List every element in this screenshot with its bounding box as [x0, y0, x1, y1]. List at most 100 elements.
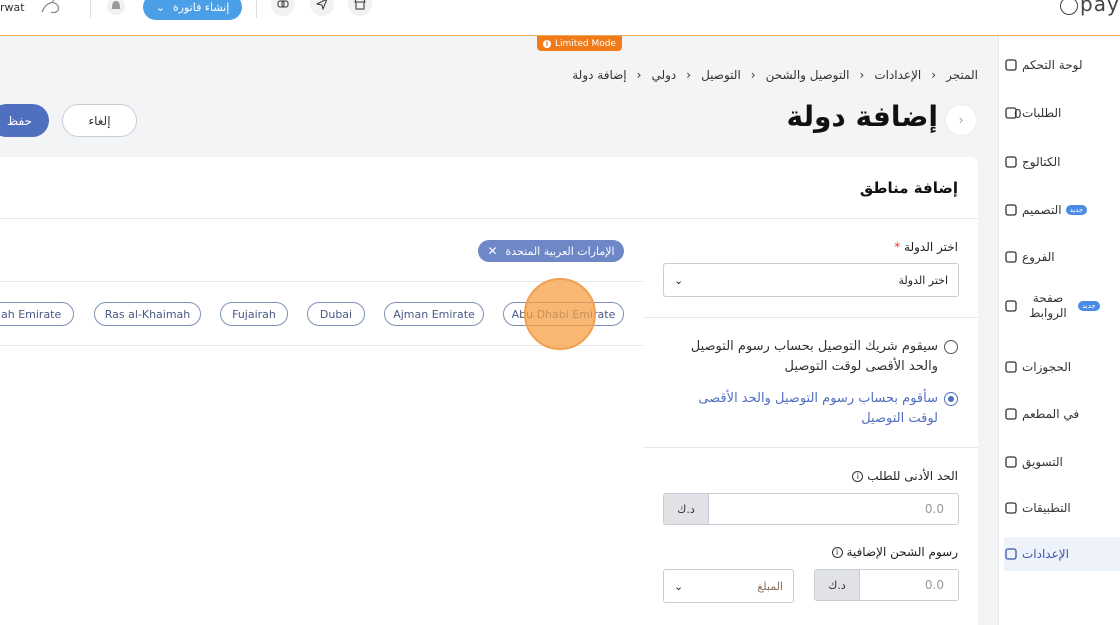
- radio-partner-label: سيقوم شريك التوصيل بحساب رسوم التوصيل وا…: [690, 339, 938, 374]
- info-icon: i: [543, 39, 552, 48]
- sidebar-item-settings[interactable]: الإعدادات: [1004, 537, 1120, 571]
- links-icon: [1004, 299, 1018, 313]
- dashboard-icon: [1004, 58, 1018, 72]
- breadcrumb-item-store[interactable]: المتجر: [946, 68, 978, 82]
- sidebar-item-label: صفحة الروابط: [1029, 291, 1067, 320]
- breadcrumb: المتجر ‹ الإعدادات ‹ التوصيل والشحن ‹ ال…: [572, 68, 978, 82]
- sidebar-item-label: الحجوزات: [1022, 360, 1072, 374]
- breadcrumb-item-settings[interactable]: الإعدادات: [874, 68, 921, 82]
- sidebar-item-label: الفروع: [1022, 250, 1055, 264]
- region-chip[interactable]: Sharjah Emirate: [0, 302, 74, 326]
- store-logo-icon[interactable]: [38, 0, 64, 18]
- breadcrumb-item-delivery[interactable]: التوصيل: [701, 68, 741, 82]
- chevron-down-icon: ⌄: [674, 273, 684, 287]
- radio-self-calculates[interactable]: سأقوم بحساب رسوم التوصيل والحد الأقصى لو…: [668, 389, 958, 429]
- chevron-right-icon: ›: [958, 113, 964, 127]
- link-icon[interactable]: [271, 0, 295, 16]
- sidebar-item-branches[interactable]: الفروع: [1004, 240, 1120, 274]
- username[interactable]: rwat: [0, 1, 25, 14]
- bell-icon[interactable]: [107, 0, 125, 16]
- extra-fee-label: رسوم الشحن الإضافية i: [828, 545, 958, 559]
- apps-icon: [1004, 501, 1018, 515]
- divider: [643, 447, 978, 448]
- min-order-label: الحد الأدنى للطلب i: [848, 469, 958, 483]
- sidebar-item-label: الكتالوج: [1022, 155, 1061, 169]
- restaurant-icon: [1004, 407, 1018, 421]
- sidebar-item-orders[interactable]: الطلبات: [1004, 96, 1120, 130]
- add-regions-card: إضافة مناطق اختر الدولة * ⌄ اختر الدولة …: [0, 157, 978, 625]
- chevron-left-icon: ‹: [636, 68, 642, 82]
- sidebar-item-apps[interactable]: التطبيقات: [1004, 491, 1120, 525]
- marketing-icon: [1004, 455, 1018, 469]
- region-chip[interactable]: Fujairah: [220, 302, 288, 326]
- selected-country-chip[interactable]: الإمارات العربية المتحدة ✕: [478, 240, 624, 262]
- country-label: اختر الدولة *: [894, 240, 958, 254]
- sidebar-item-label: الإعدادات: [1022, 547, 1069, 561]
- send-icon[interactable]: [310, 0, 334, 16]
- extra-fee-input[interactable]: 0.0: [860, 570, 958, 600]
- breadcrumb-item-international[interactable]: دولي: [651, 68, 676, 82]
- sidebar-item-design[interactable]: التصميم جديد: [1004, 193, 1120, 227]
- click-indicator: [524, 278, 596, 350]
- new-badge: جديد: [1078, 301, 1100, 311]
- store-icon[interactable]: [348, 0, 372, 16]
- sidebar-item-restaurant[interactable]: في المطعم: [1004, 397, 1120, 431]
- region-chip[interactable]: Ras al-Khaimah: [94, 302, 201, 326]
- chevron-left-icon: ‹: [750, 68, 756, 82]
- radio-button[interactable]: [944, 340, 958, 354]
- country-select-value: اختر الدولة: [898, 273, 948, 287]
- country-chip-label: الإمارات العربية المتحدة: [505, 244, 615, 258]
- sidebar-item-dashboard[interactable]: لوحة التحكم: [1004, 48, 1120, 82]
- region-chip[interactable]: Ajman Emirate: [384, 302, 484, 326]
- breadcrumb-item-delivery-shipping[interactable]: التوصيل والشحن: [766, 68, 850, 82]
- radio-self-label: سأقوم بحساب رسوم التوصيل والحد الأقصى لو…: [698, 391, 938, 426]
- branches-icon: [1004, 250, 1018, 264]
- divider: [256, 0, 257, 18]
- sidebar-item-label: التصميم: [1022, 203, 1062, 217]
- back-button[interactable]: ›: [945, 104, 977, 136]
- page-title: إضافة دولة: [786, 100, 939, 133]
- info-icon[interactable]: i: [852, 471, 864, 482]
- create-invoice-button[interactable]: ⌄ إنشاء فاتورة: [143, 0, 242, 20]
- chevron-left-icon: ‹: [686, 68, 692, 82]
- bookings-icon: [1004, 360, 1018, 374]
- close-icon[interactable]: ✕: [487, 244, 497, 258]
- sidebar-item-links[interactable]: صفحة الروابط جديد: [1004, 289, 1120, 323]
- divider: [0, 218, 978, 219]
- chevron-down-icon: ⌄: [155, 0, 165, 14]
- new-badge: جديد: [1065, 205, 1088, 215]
- sidebar-item-catalog[interactable]: الكتالوج: [1004, 145, 1120, 179]
- currency-addon: د.ك: [664, 494, 709, 524]
- catalog-icon: [1004, 155, 1018, 169]
- sidebar-item-label: التطبيقات: [1022, 501, 1071, 515]
- sidebar-item-label: الطلبات: [1022, 106, 1062, 120]
- cancel-button[interactable]: إلغاء: [62, 104, 137, 137]
- card-title: إضافة مناطق: [859, 179, 958, 197]
- divider: [90, 0, 91, 18]
- sidebar-item-bookings[interactable]: الحجوزات: [1004, 350, 1120, 384]
- design-icon: [1004, 203, 1018, 217]
- sidebar-item-marketing[interactable]: التسويق: [1004, 445, 1120, 479]
- country-select[interactable]: ⌄ اختر الدولة: [663, 263, 959, 297]
- radio-button-selected[interactable]: [944, 392, 958, 406]
- region-chip[interactable]: Dubai: [307, 302, 365, 326]
- breadcrumb-item-add-country: إضافة دولة: [572, 68, 627, 82]
- fee-type-select[interactable]: ⌄ المبلغ: [663, 569, 794, 603]
- sidebar-item-label: في المطعم: [1022, 407, 1080, 421]
- fee-type-value: المبلغ: [757, 579, 783, 593]
- divider: [643, 317, 978, 318]
- limited-mode-label: Limited Mode: [555, 38, 616, 49]
- top-bar: rwat ⌄ إنشاء فاتورة pay: [0, 0, 1120, 36]
- chevron-down-icon: ⌄: [674, 579, 684, 593]
- min-order-field[interactable]: د.ك 0.0: [663, 493, 959, 525]
- info-icon[interactable]: i: [831, 547, 843, 558]
- save-button[interactable]: حفظ: [0, 104, 49, 137]
- settings-icon: [1004, 547, 1018, 561]
- chevron-left-icon: ‹: [859, 68, 865, 82]
- radio-partner-calculates[interactable]: سيقوم شريك التوصيل بحساب رسوم التوصيل وا…: [668, 337, 958, 377]
- min-order-input[interactable]: 0.0: [709, 494, 958, 524]
- brand-logo: pay: [1060, 0, 1120, 16]
- create-invoice-label: إنشاء فاتورة: [172, 0, 230, 14]
- sidebar-item-label: لوحة التحكم: [1022, 58, 1083, 72]
- extra-fee-field[interactable]: د.ك 0.0: [814, 569, 959, 601]
